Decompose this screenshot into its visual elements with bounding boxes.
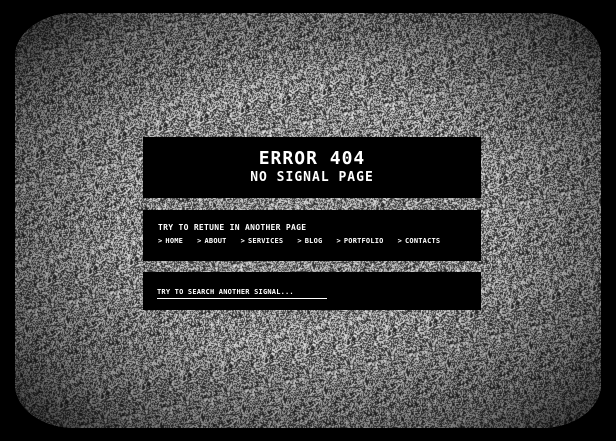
error-title-panel: ERROR 404 NO SIGNAL PAGE: [143, 137, 481, 198]
nav-link-label: PORTFOLIO: [343, 237, 384, 245]
navigation-panel: TRY TO RETUNE IN ANOTHER PAGE > HOME > A…: [143, 210, 481, 261]
nav-link-label: CONTACTS: [405, 237, 441, 245]
nav-link-label: HOME: [165, 237, 184, 245]
chevron-right-icon: >: [197, 237, 202, 245]
chevron-right-icon: >: [336, 237, 341, 245]
search-input[interactable]: [157, 286, 327, 299]
nav-heading: TRY TO RETUNE IN ANOTHER PAGE: [158, 223, 307, 232]
nav-link-label: SERVICES: [248, 237, 284, 245]
nav-link-label: BLOG: [304, 237, 323, 245]
nav-link-blog[interactable]: > BLOG: [297, 237, 322, 245]
chevron-right-icon: >: [240, 237, 246, 245]
nav-link-services[interactable]: > SERVICES: [241, 237, 284, 245]
error-title: ERROR 404: [258, 148, 366, 169]
nav-menu: > HOME > ABOUT > SERVICES > BLOG > PORTF…: [158, 237, 440, 245]
nav-link-home[interactable]: > HOME: [158, 237, 183, 245]
nav-link-portfolio[interactable]: > PORTFOLIO: [336, 237, 383, 245]
chevron-right-icon: >: [158, 237, 163, 245]
nav-link-label: ABOUT: [204, 237, 227, 245]
nav-link-about[interactable]: > ABOUT: [197, 237, 227, 245]
search-panel: [143, 272, 481, 310]
chevron-right-icon: >: [397, 237, 403, 245]
nav-link-contacts[interactable]: > CONTACTS: [398, 237, 441, 245]
error-subtitle: NO SIGNAL PAGE: [250, 170, 374, 185]
chevron-right-icon: >: [297, 237, 302, 245]
